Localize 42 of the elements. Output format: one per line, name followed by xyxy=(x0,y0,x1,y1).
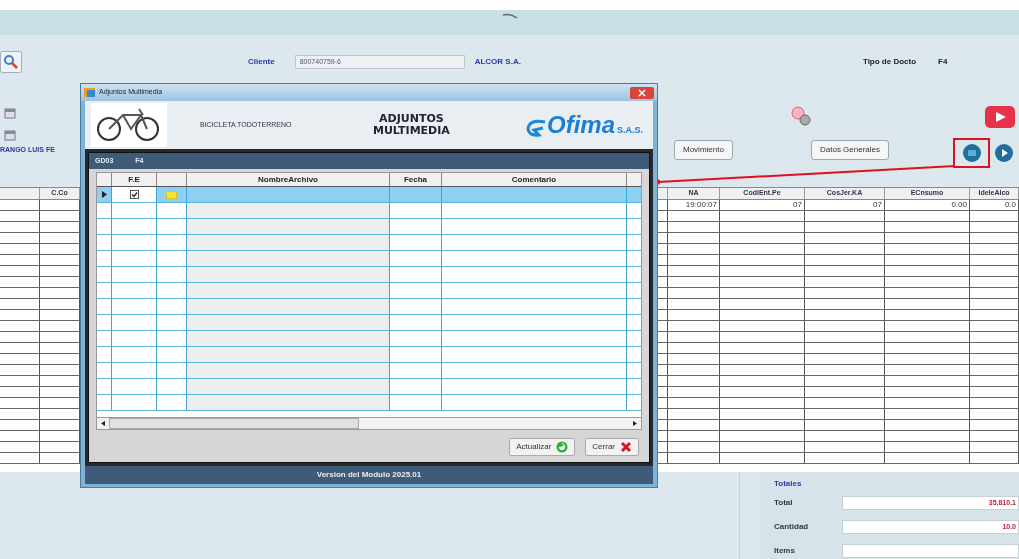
table-cell: 07 xyxy=(720,200,805,210)
toolbar-button[interactable]: Movimiento xyxy=(674,140,733,160)
table-cell: 0.0 xyxy=(970,200,1019,210)
doc-type-label: Tipo de Docto xyxy=(862,56,917,68)
play-circle-icon[interactable] xyxy=(994,143,1014,163)
column-header[interactable]: NombreArchivo xyxy=(187,173,390,186)
table-cell: 0.00 xyxy=(885,200,970,210)
bicycle-image[interactable] xyxy=(91,103,167,147)
search-icon[interactable] xyxy=(0,51,22,73)
version-text: Version del Modulo 2025.01 xyxy=(316,469,422,481)
total-label: Cantidad xyxy=(774,521,810,533)
column-header[interactable]: Comentario xyxy=(442,173,627,186)
cloud-icon xyxy=(501,12,518,20)
refresh-icon[interactable] xyxy=(556,441,569,453)
table-cell: 19:00:07 xyxy=(668,200,720,210)
highlight-frame xyxy=(953,138,990,168)
column-header[interactable]: F.E xyxy=(112,173,157,186)
doc-type-value: F4 xyxy=(938,56,948,68)
checkbox[interactable] xyxy=(129,190,139,199)
horizontal-scrollbar[interactable] xyxy=(97,417,641,429)
swoosh-icon[interactable] xyxy=(524,119,547,137)
total-label: Items xyxy=(774,545,796,557)
close-icon[interactable] xyxy=(620,441,632,453)
calendar-icon[interactable] xyxy=(4,129,16,141)
logo-suffix: S.A.S. xyxy=(617,123,643,137)
app-icon[interactable] xyxy=(84,87,96,98)
calendar-icon[interactable] xyxy=(4,107,16,119)
toolbar-button[interactable]: Datos Generales xyxy=(811,140,890,160)
row-pointer-icon[interactable] xyxy=(101,191,107,198)
totals-title: Totales xyxy=(774,478,803,490)
close-button[interactable] xyxy=(630,86,654,99)
total-label: Total xyxy=(774,497,794,509)
dialog-heading: ADJUNTOS MULTIMEDIA xyxy=(372,113,451,137)
cliente-label: Cliente xyxy=(248,56,275,68)
logo-text: Ofima xyxy=(546,113,615,137)
attachment-circle-icon[interactable] xyxy=(962,143,982,163)
video-play-icon[interactable] xyxy=(985,106,1015,128)
dialog-button[interactable]: Cerrar xyxy=(585,438,639,456)
column-header[interactable]: Fecha xyxy=(390,173,442,186)
client-name: ALCOR S.A. xyxy=(474,56,521,68)
dialog-button[interactable]: Actualizar xyxy=(509,438,576,456)
table-cell: 07 xyxy=(805,200,885,210)
